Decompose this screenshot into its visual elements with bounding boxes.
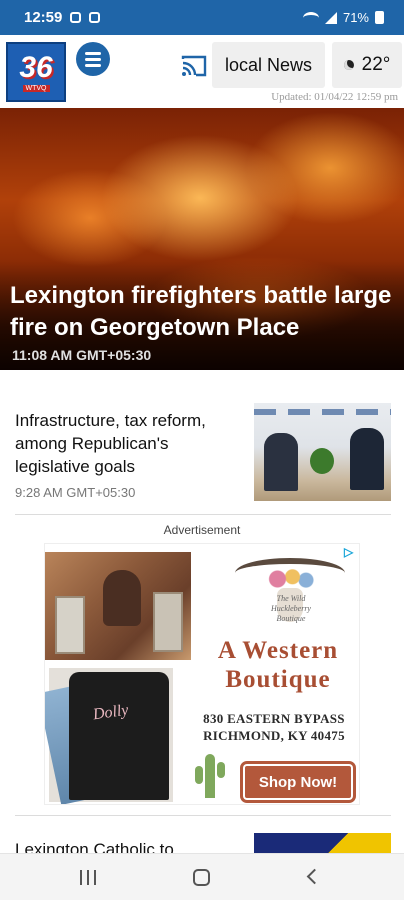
updated-timestamp: Updated: 01/04/22 12:59 pm [271, 91, 398, 103]
ad-address-line1: 830 EASTERN BYPASS [203, 711, 345, 726]
menu-icon-line [85, 63, 101, 67]
ad-shop-name: The Wild Huckleberry Boutique [271, 594, 311, 623]
advertisement[interactable]: ▷ Dolly The Wild Huckleberry Boutique A … [44, 543, 360, 805]
logo-number: 36 [19, 50, 53, 84]
cactus-stem [205, 754, 215, 798]
status-right: 71% [302, 10, 384, 25]
story-item[interactable]: Lexington Catholic to [0, 833, 404, 853]
divider [15, 815, 391, 816]
ad-rack [153, 592, 183, 652]
thumb-backdrop [254, 409, 391, 415]
recent-line [80, 870, 82, 885]
ad-shirt [69, 672, 169, 800]
thumb-person [350, 428, 384, 490]
cactus-arm [217, 762, 225, 778]
logo-call-letters: WTVQ [22, 84, 50, 92]
wifi-icon [302, 11, 319, 24]
ad-address: 830 EASTERN BYPASS RICHMOND, KY 40475 [185, 710, 359, 744]
ad-label: Advertisement [163, 523, 241, 537]
ad-photo-store [45, 552, 191, 660]
station-logo[interactable]: 36 WTVQ [6, 42, 66, 102]
recent-line [87, 870, 89, 885]
battery-percent: 71% [342, 10, 369, 25]
home-icon[interactable] [193, 869, 210, 886]
weather-button[interactable]: 22° [332, 42, 402, 88]
story-title[interactable]: Lexington Catholic to [15, 840, 174, 853]
story-thumbnail[interactable] [254, 403, 391, 501]
local-news-button[interactable]: local News [212, 42, 325, 88]
back-icon[interactable] [306, 868, 323, 885]
system-nav-bar [0, 853, 404, 900]
notification-icon [70, 12, 82, 23]
battery-icon [375, 11, 384, 24]
cactus-icon [195, 754, 225, 798]
menu-icon-line [85, 51, 101, 55]
menu-button[interactable] [76, 42, 110, 76]
ad-photo-outfit: Dolly [45, 668, 173, 804]
cactus-arm [195, 766, 203, 784]
story-time: 9:28 AM GMT+05:30 [15, 485, 136, 500]
adchoices-icon[interactable]: ▷ [344, 546, 356, 558]
recent-apps-icon[interactable] [80, 870, 96, 885]
divider [15, 514, 391, 515]
ad-address-line2: RICHMOND, KY 40475 [203, 728, 345, 743]
status-time: 12:59 [24, 9, 63, 26]
ad-rack [55, 596, 85, 654]
recent-line [94, 870, 96, 885]
cast-icon[interactable] [181, 55, 207, 77]
hero-title[interactable]: Lexington firefighters battle large fire… [10, 280, 400, 344]
ad-model [103, 570, 141, 626]
app-header: 36 WTVQ local News 22° Updated: 01/04/22… [0, 35, 404, 107]
thumb-plant [310, 448, 334, 474]
story-item[interactable]: Infrastructure, tax reform, among Republ… [0, 403, 404, 503]
hero-time: 11:08 AM GMT+05:30 [12, 347, 152, 363]
thumb-person [264, 433, 298, 491]
notification-icon-2 [89, 12, 101, 23]
shop-now-button[interactable]: Shop Now! [243, 764, 353, 800]
menu-icon-line [85, 57, 101, 61]
status-bar: 12:59 71% [0, 0, 404, 35]
ad-brand: A Western Boutique [217, 637, 339, 693]
story-title[interactable]: Infrastructure, tax reform, among Republ… [15, 409, 247, 478]
hero-story[interactable]: Lexington firefighters battle large fire… [0, 108, 404, 370]
story-thumbnail[interactable] [254, 833, 391, 853]
signal-icon [324, 11, 337, 24]
moon-icon [343, 60, 354, 70]
ad-flowers [265, 568, 315, 590]
temperature: 22° [361, 54, 391, 75]
